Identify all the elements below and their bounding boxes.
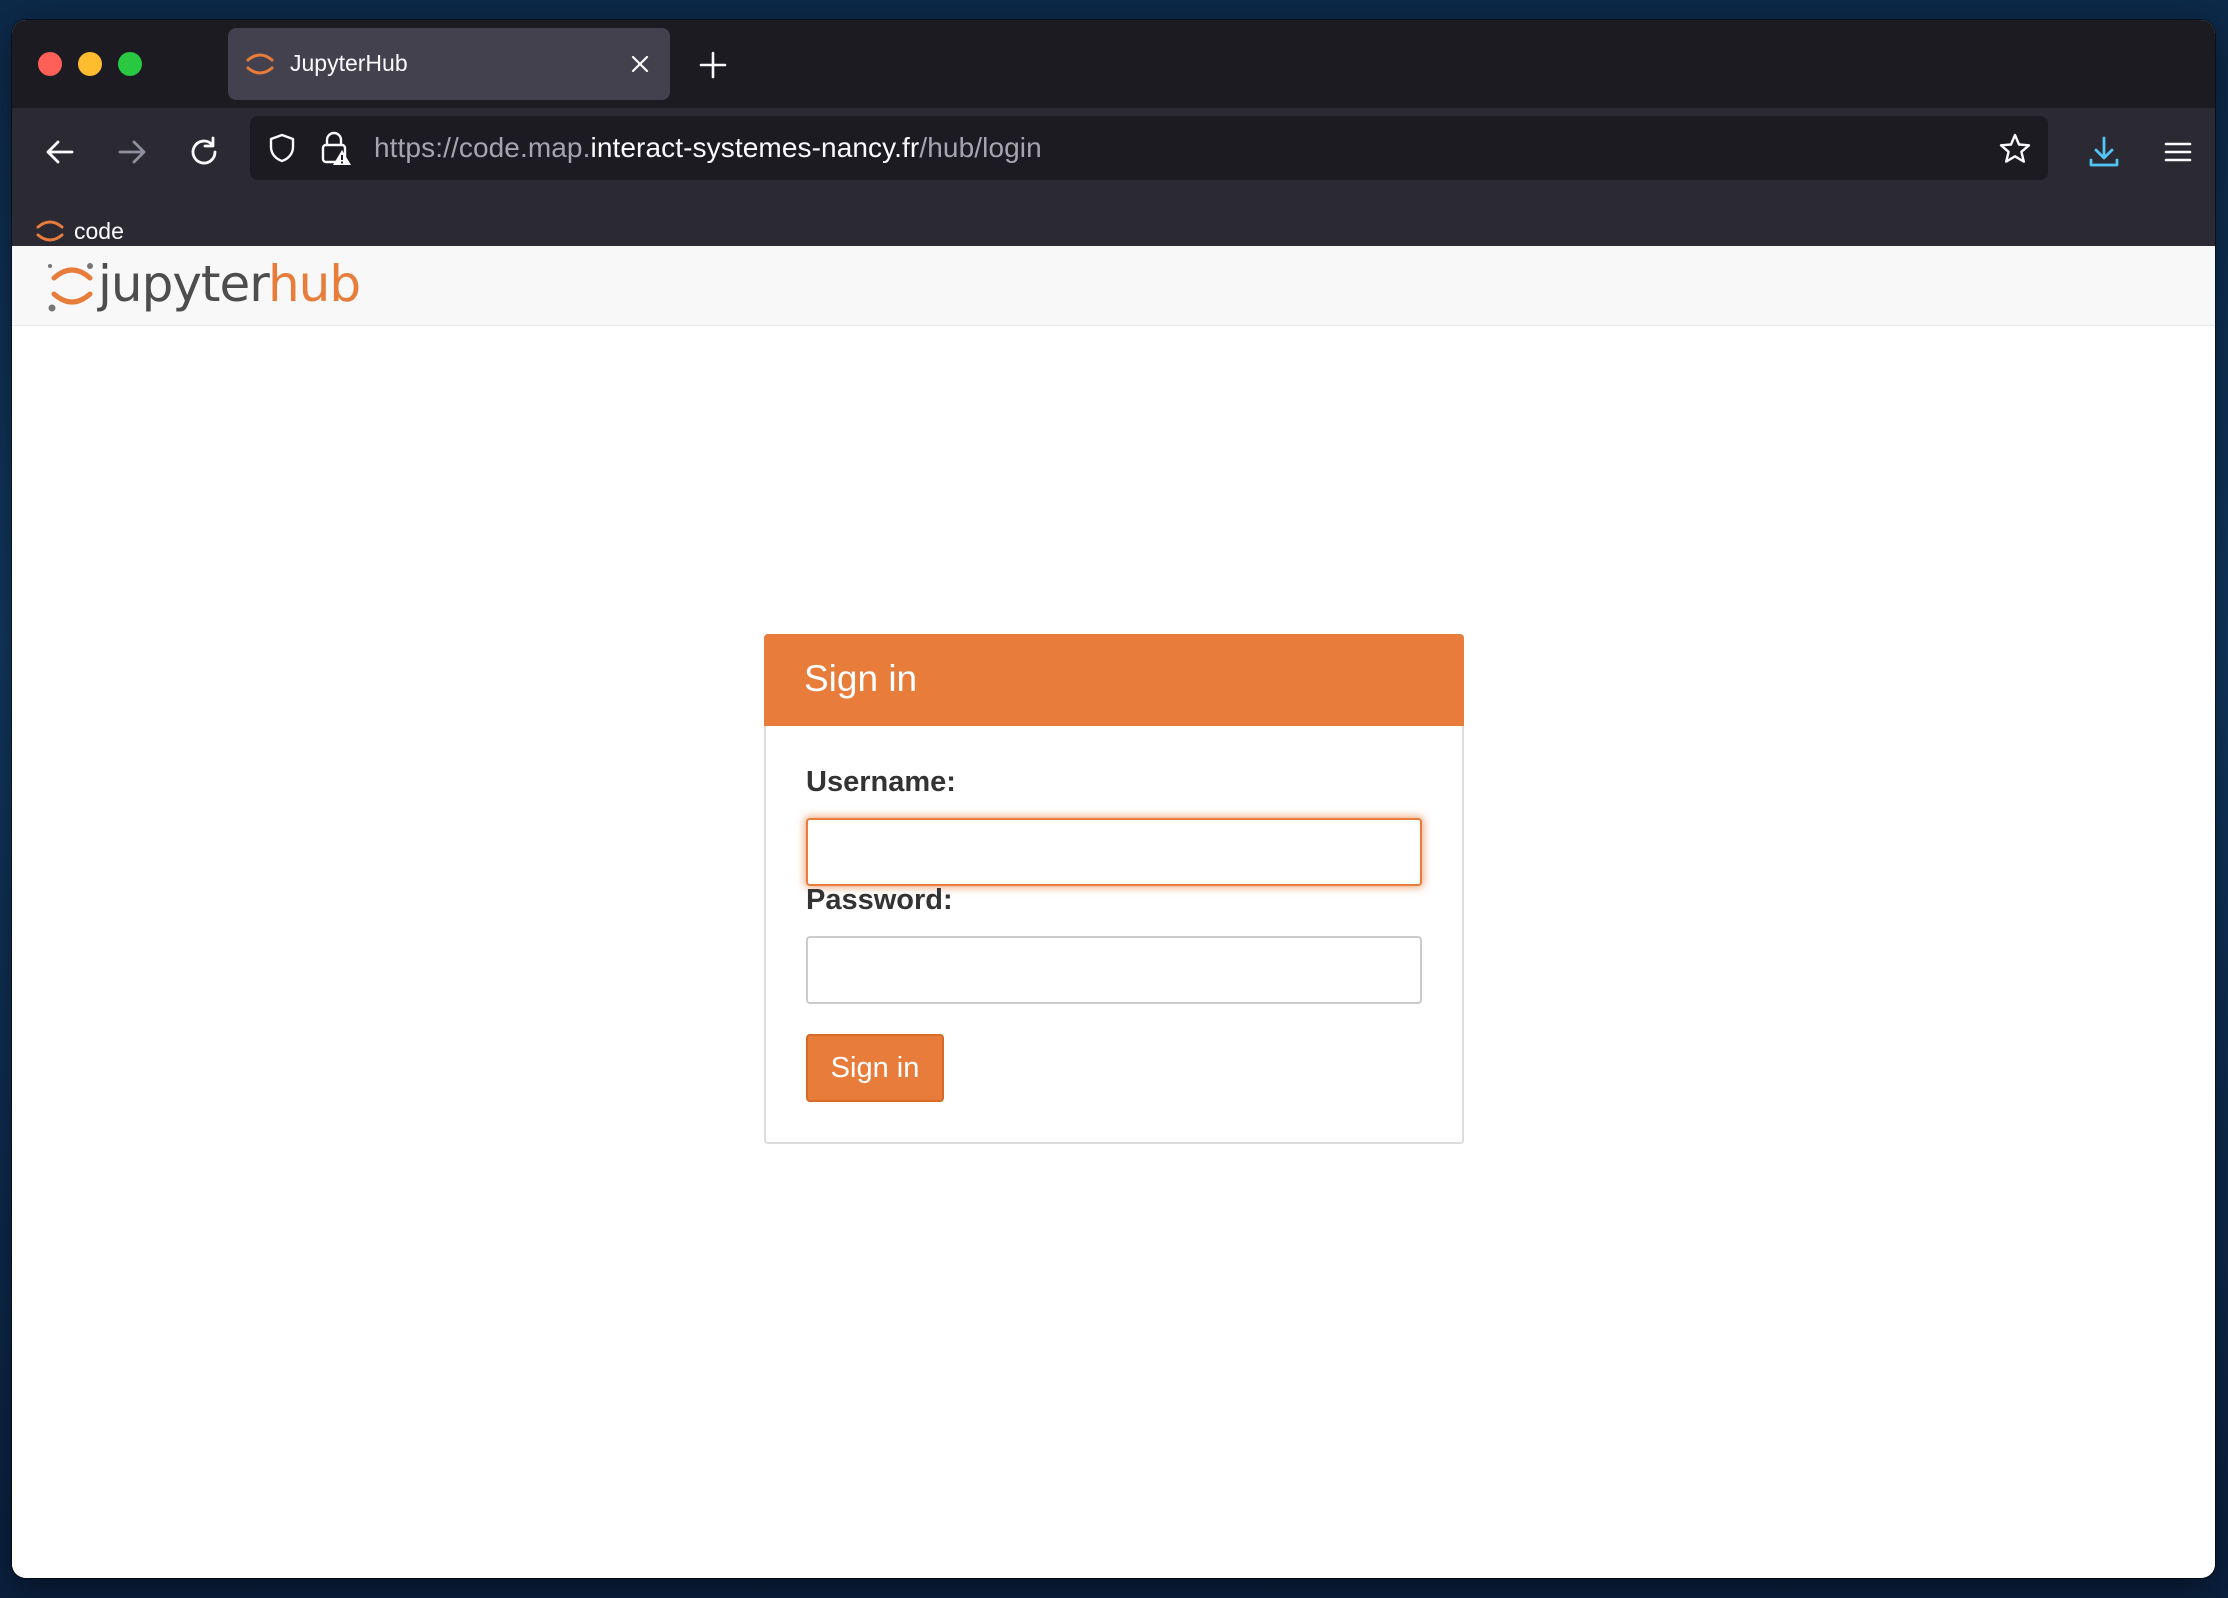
url-prefix: https://code.map. bbox=[374, 132, 591, 163]
wordmark-hub: hub bbox=[267, 255, 361, 313]
url-text[interactable]: https://code.map.interact-systemes-nancy… bbox=[374, 132, 1042, 164]
arrow-left-icon[interactable] bbox=[42, 134, 78, 170]
url-domain: interact-systemes-nancy.fr bbox=[590, 132, 920, 163]
login-title: Sign in bbox=[804, 658, 918, 699]
minimize-window-button[interactable] bbox=[78, 52, 102, 76]
jupyterhub-header: jupyterhub bbox=[12, 246, 2215, 326]
jupyter-logo-icon[interactable] bbox=[42, 256, 102, 316]
hamburger-menu-icon[interactable] bbox=[2160, 134, 2196, 170]
tab-title: JupyterHub bbox=[290, 50, 408, 76]
star-icon[interactable] bbox=[1998, 132, 2032, 166]
sign-in-button[interactable]: Sign in bbox=[806, 1034, 944, 1102]
shield-icon[interactable] bbox=[266, 132, 298, 164]
arrow-right-icon[interactable] bbox=[114, 134, 150, 170]
jupyter-logo-icon bbox=[246, 53, 274, 75]
tab-bar: JupyterHub bbox=[12, 20, 2215, 108]
maximize-window-button[interactable] bbox=[118, 52, 142, 76]
plus-icon[interactable] bbox=[698, 50, 728, 80]
password-input[interactable] bbox=[806, 936, 1422, 1004]
login-form: Sign in Username: Password: Sign in bbox=[764, 634, 1464, 1144]
download-icon[interactable] bbox=[2086, 134, 2122, 170]
username-label: Username: bbox=[806, 766, 956, 798]
lock-warning-icon[interactable] bbox=[318, 130, 352, 166]
bookmark-label: code bbox=[74, 217, 124, 244]
browser-window: JupyterHub https://code.map.interact-sys… bbox=[12, 20, 2215, 1578]
jupyterhub-wordmark[interactable]: jupyterhub bbox=[98, 254, 361, 314]
login-card-header: Sign in bbox=[764, 634, 1464, 726]
password-label: Password: bbox=[806, 884, 953, 916]
navigation-bar: https://code.map.interact-systemes-nancy… bbox=[12, 108, 2215, 196]
page-content: jupyterhub Sign in Username: Password: S… bbox=[12, 246, 2215, 1578]
close-icon[interactable] bbox=[626, 50, 654, 78]
wordmark-jupyter: jupyter bbox=[98, 255, 269, 313]
tab-jupyterhub[interactable]: JupyterHub bbox=[228, 28, 670, 100]
url-bar[interactable]: https://code.map.interact-systemes-nancy… bbox=[250, 116, 2048, 180]
url-path: /hub/login bbox=[919, 132, 1042, 163]
bookmark-code[interactable]: code bbox=[34, 214, 124, 248]
username-input[interactable] bbox=[806, 818, 1422, 886]
jupyter-logo-icon bbox=[36, 220, 64, 242]
reload-icon[interactable] bbox=[186, 134, 222, 170]
close-window-button[interactable] bbox=[38, 52, 62, 76]
